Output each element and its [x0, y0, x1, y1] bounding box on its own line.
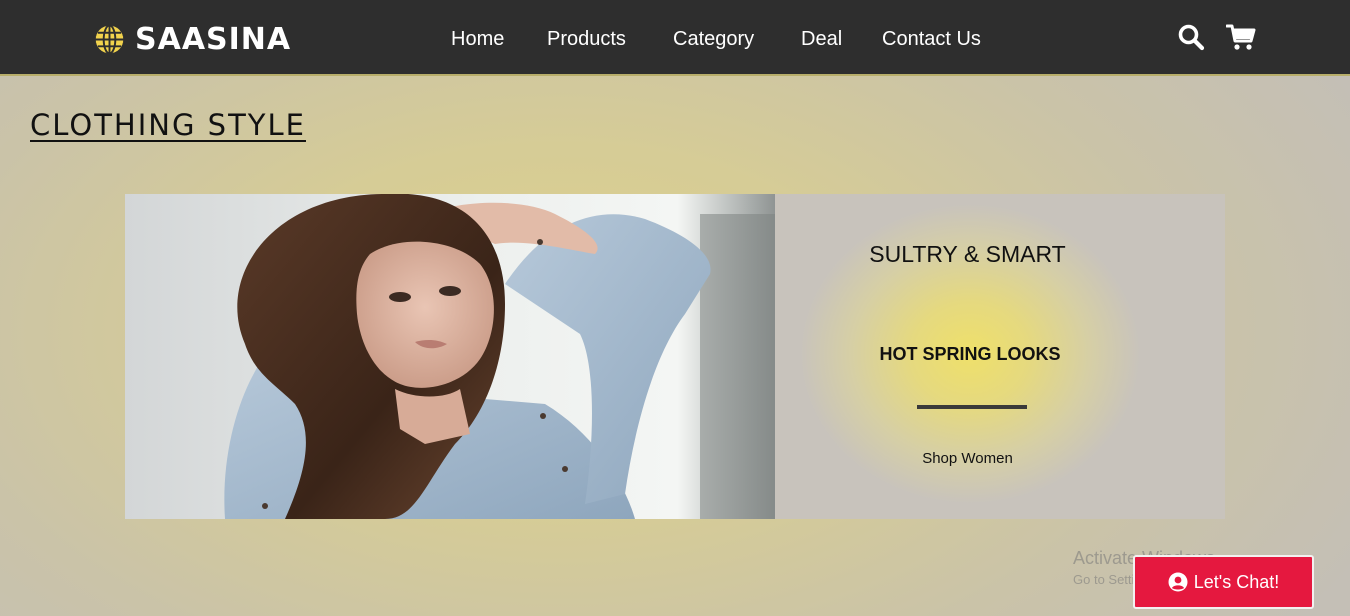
model-photo-illustration: [125, 194, 775, 519]
nav-products[interactable]: Products: [547, 24, 626, 54]
top-navbar: SAASINA Home Products Category Deal Cont…: [0, 0, 1350, 76]
banner-text-panel: SULTRY & SMART HOT SPRING LOOKS Shop Wom…: [775, 194, 1225, 519]
banner-heading: SULTRY & SMART: [869, 241, 1066, 267]
banner-subheading: HOT SPRING LOOKS: [879, 344, 1061, 364]
banner-divider: [917, 405, 1027, 409]
cart-icon[interactable]: [1226, 23, 1256, 51]
chat-label: Let's Chat!: [1193, 571, 1280, 592]
nav-contact-us[interactable]: Contact Us: [882, 24, 981, 54]
page-title: CLOTHING STYLE: [30, 108, 306, 142]
user-circle-icon: [1168, 572, 1188, 592]
nav-category[interactable]: Category: [673, 24, 754, 54]
promo-banner: SULTRY & SMART HOT SPRING LOOKS Shop Wom…: [125, 194, 1225, 519]
shop-women-link[interactable]: Shop Women: [775, 450, 1160, 467]
globe-icon: [95, 23, 124, 55]
brand-logo[interactable]: SAASINA: [94, 21, 292, 57]
nav-deal[interactable]: Deal: [801, 24, 842, 54]
lets-chat-button[interactable]: Let's Chat!: [1133, 555, 1314, 609]
search-icon[interactable]: [1177, 23, 1205, 51]
banner-photo: [125, 194, 775, 519]
brand-name: SAASINA: [135, 21, 292, 57]
nav-home[interactable]: Home: [451, 24, 504, 54]
